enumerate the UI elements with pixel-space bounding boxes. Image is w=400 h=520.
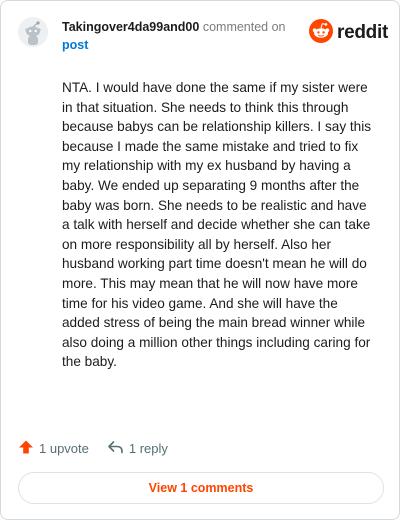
upvote-arrow-icon [18, 439, 34, 458]
username-link[interactable]: Takingover4da99and00 [62, 20, 199, 34]
comment-card: Takingover4da99and00 commented on post r… [0, 0, 400, 520]
reddit-wordmark: reddit [337, 22, 388, 43]
user-avatar-icon[interactable] [18, 17, 48, 47]
reply-count: 1 reply [128, 440, 168, 456]
reddit-logo-icon [309, 18, 333, 48]
comment-header: Takingover4da99and00 commented on post [62, 18, 302, 54]
reply-button[interactable]: 1 reply [107, 439, 168, 458]
upvote-count: 1 upvote [39, 440, 89, 456]
comment-text: NTA. I would have done the same if my si… [62, 80, 372, 370]
upvote-button[interactable]: 1 upvote [18, 439, 89, 458]
reply-arrow-icon [107, 439, 124, 458]
reddit-brand[interactable]: reddit [309, 18, 388, 48]
comment-actions: 1 upvote 1 reply [18, 437, 168, 459]
view-comments-button[interactable]: View 1 comments [18, 472, 384, 504]
commented-on-label: commented on [202, 20, 286, 34]
post-link[interactable]: post [62, 38, 88, 52]
